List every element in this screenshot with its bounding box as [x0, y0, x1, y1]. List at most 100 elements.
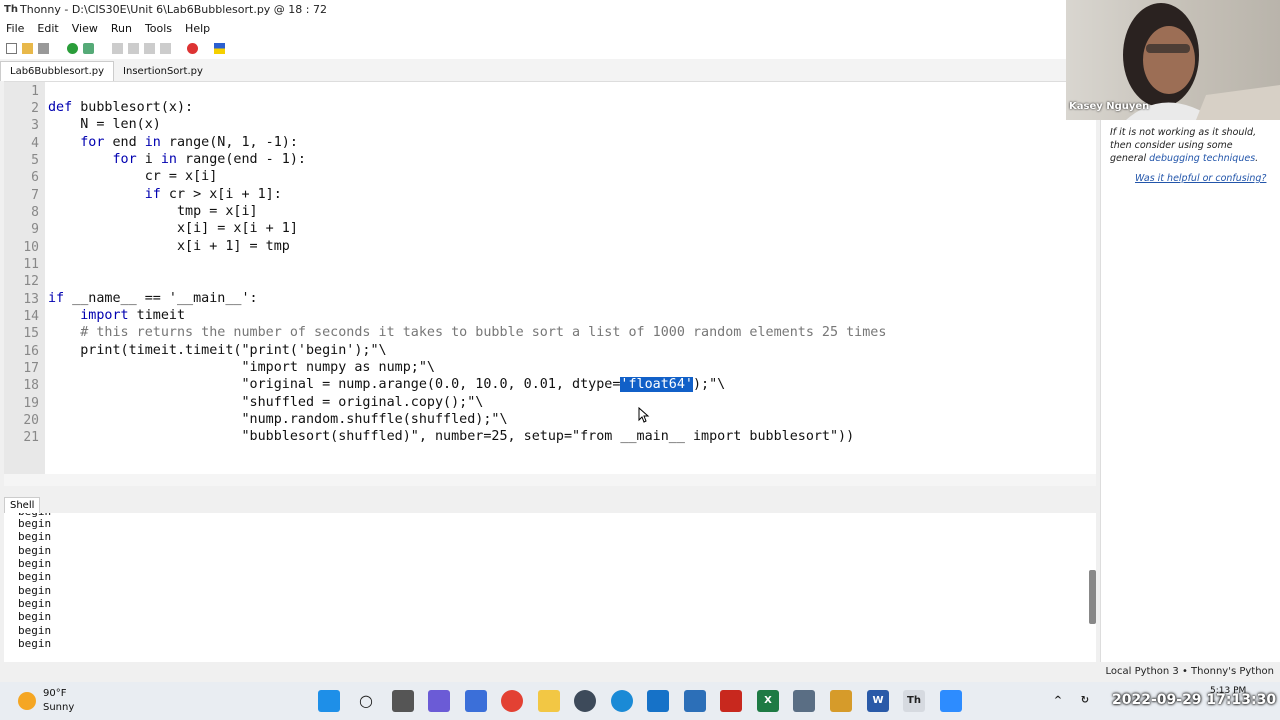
chrome-icon[interactable]: [501, 690, 523, 712]
windows-taskbar: 90°F Sunny ○ X W Th ^ ↻: [0, 682, 1280, 720]
new-file-icon[interactable]: [6, 42, 17, 54]
line-number: 3: [31, 118, 39, 133]
line-number: 17: [23, 361, 39, 376]
step-into-icon[interactable]: [128, 42, 139, 54]
tab-insertionsort[interactable]: InsertionSort.py: [114, 62, 212, 81]
keyword: in: [144, 135, 161, 150]
code-line: import timeit: [80, 308, 186, 323]
line-number: 14: [23, 309, 39, 324]
interpreter-status[interactable]: Local Python 3 • Thonny's Python: [1105, 666, 1274, 677]
tab-shell[interactable]: Shell: [4, 497, 41, 513]
shell-line: begin: [18, 637, 52, 650]
editor-tabs: Lab6Bubblesort.py InsertionSort.py: [0, 59, 1100, 81]
windows-start-icon[interactable]: [318, 690, 340, 712]
weather-description[interactable]: Sunny: [43, 702, 74, 713]
editor-vertical-scrollbar[interactable]: [1085, 81, 1096, 474]
task-view-icon[interactable]: [392, 690, 414, 712]
app-icon[interactable]: [574, 690, 596, 712]
code-line: def bubblesort(x):: [48, 100, 194, 115]
text-selection: 'float64': [620, 377, 693, 392]
assistant-message: If it is not working as it should, then …: [1110, 126, 1265, 165]
line-number: 10: [23, 240, 39, 255]
zoom-icon[interactable]: [940, 690, 962, 712]
code-line: N = len(x): [48, 117, 161, 132]
assistant-text-end: .: [1255, 153, 1259, 164]
weather-temperature[interactable]: 90°F: [43, 688, 66, 699]
line-number: 20: [23, 413, 39, 428]
code-line: "bubblesort(shuffled)", number=25, setup…: [48, 429, 855, 444]
webcam-name-label: Kasey Nguyen: [1069, 101, 1150, 112]
debugging-techniques-link[interactable]: debugging techniques: [1149, 153, 1255, 164]
tab-lab6bubblesort[interactable]: Lab6Bubblesort.py: [0, 61, 115, 81]
line-number: 16: [23, 344, 39, 359]
menu-run[interactable]: Run: [111, 22, 132, 35]
chevron-up-icon[interactable]: ^: [1047, 690, 1069, 712]
stop-icon[interactable]: [187, 42, 198, 54]
edge-icon[interactable]: [611, 690, 633, 712]
run-icon[interactable]: [67, 42, 78, 54]
keyword: if: [48, 291, 65, 306]
code-line: if __name__ == '__main__':: [48, 291, 258, 306]
menu-tools[interactable]: Tools: [145, 22, 172, 35]
code-line: "import numpy as nump;"\: [48, 360, 435, 375]
menu-help[interactable]: Help: [185, 22, 210, 35]
code-fragment: );"\: [692, 377, 726, 392]
excel-icon[interactable]: X: [757, 690, 779, 712]
store-icon[interactable]: [465, 690, 487, 712]
shell-tab-bar: Shell: [0, 493, 1100, 513]
virtualbox-icon[interactable]: [793, 690, 815, 712]
keyword: def: [48, 100, 73, 115]
status-bar: Local Python 3 • Thonny's Python: [0, 662, 1280, 682]
mail-icon[interactable]: [647, 690, 669, 712]
code-editor[interactable]: 1 2 3 4 5 6 7 8 9 10 11 12 13 14 15 16 1…: [4, 81, 1096, 475]
step-out-icon[interactable]: [144, 42, 155, 54]
shell-scrollbar-thumb[interactable]: [1089, 570, 1096, 624]
line-number: 8: [31, 205, 39, 220]
calendar-icon[interactable]: [684, 690, 706, 712]
menu-file[interactable]: File: [6, 22, 24, 35]
snipping-tool-icon[interactable]: [830, 690, 852, 712]
debug-icon[interactable]: [83, 42, 94, 54]
tab-label: Lab6Bubblesort.py: [10, 66, 105, 77]
word-icon[interactable]: W: [867, 690, 889, 712]
teams-chat-icon[interactable]: [428, 690, 450, 712]
shell-line: begin: [18, 544, 52, 557]
open-folder-icon[interactable]: [22, 42, 33, 54]
line-number: 19: [23, 396, 39, 411]
save-icon[interactable]: [38, 42, 49, 54]
code-line: x[i] = x[i + 1]: [48, 221, 298, 236]
shell-line: begin: [18, 584, 52, 597]
window-title: Thonny - D:\CIS30E\Unit 6\Lab6Bubblesort…: [20, 3, 328, 16]
code-line: if cr > x[i + 1]:: [144, 187, 282, 202]
line-number-gutter: 1 2 3 4 5 6 7 8 9 10 11 12 13 14 15 16 1…: [4, 82, 45, 475]
step-over-icon[interactable]: [112, 42, 123, 54]
menu-edit[interactable]: Edit: [37, 22, 58, 35]
thonny-taskbar-icon[interactable]: Th: [903, 690, 925, 712]
timestamp-overlay: 2022-09-29 17:13:30: [1112, 692, 1277, 708]
assistant-feedback-link[interactable]: Was it helpful or confusing?: [1135, 173, 1266, 184]
sun-icon[interactable]: [18, 692, 36, 710]
code-line: "nump.random.shuffle(shuffled);"\: [48, 412, 508, 427]
keyword: for: [80, 135, 105, 150]
acrobat-icon[interactable]: [720, 690, 742, 712]
file-explorer-icon[interactable]: [538, 690, 560, 712]
line-number: 18: [23, 378, 39, 393]
menu-view[interactable]: View: [72, 22, 98, 35]
search-icon[interactable]: ○: [355, 690, 377, 712]
code-line: cr = x[i]: [48, 169, 218, 184]
resume-icon[interactable]: [160, 42, 171, 54]
code-line-selected: "original = nump.arange(0.0, 10.0, 0.01,…: [48, 377, 725, 392]
code-line: x[i + 1] = tmp: [48, 239, 290, 254]
shell-line: begin: [18, 517, 52, 530]
line-number: 1: [31, 84, 39, 99]
code-fragment: "original = nump.arange(0.0, 10.0, 0.01,…: [48, 377, 621, 392]
keyword: for: [112, 152, 137, 167]
line-number: 13: [23, 292, 39, 307]
shell-output[interactable]: begin begin begin begin begin begin begi…: [4, 513, 1096, 662]
editor-horizontal-scrollbar[interactable]: [4, 474, 1096, 486]
sync-icon[interactable]: ↻: [1074, 690, 1096, 712]
line-number: 21: [23, 430, 39, 445]
screen: Th Thonny - D:\CIS30E\Unit 6\Lab6Bubbles…: [0, 0, 1280, 720]
shell-line: begin: [18, 557, 52, 570]
menu-bar: File Edit View Run Tools Help: [0, 19, 1066, 37]
